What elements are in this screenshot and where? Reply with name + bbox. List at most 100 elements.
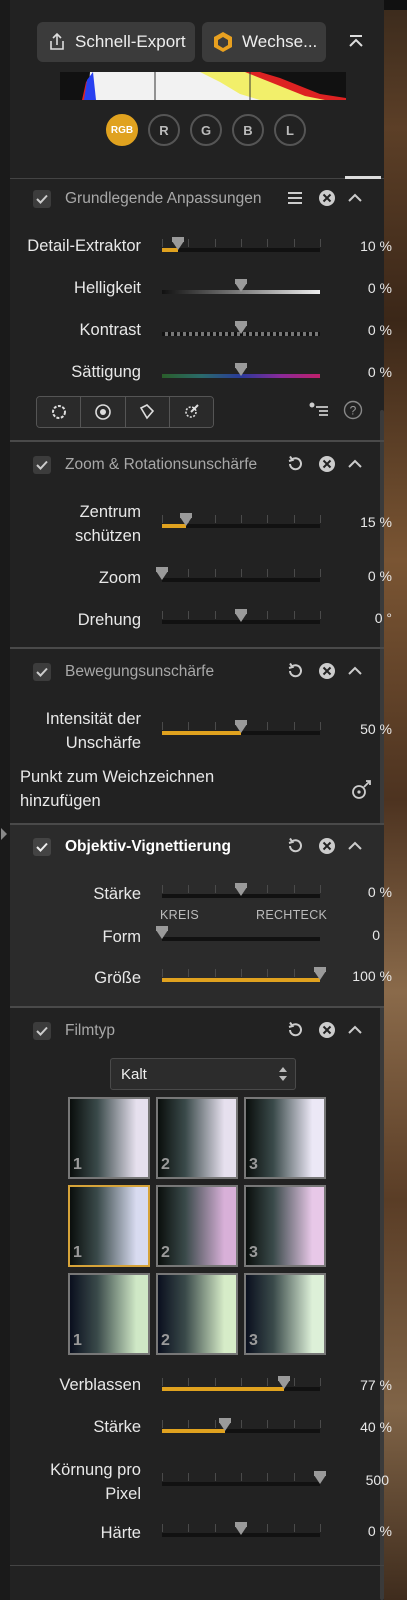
close-section-icon[interactable] [318,1021,336,1039]
film-preset-number: 2 [161,1332,170,1349]
film-preset-tile[interactable]: 2 [156,1097,238,1179]
slider-thumb[interactable] [171,237,184,250]
vignette-strength-slider[interactable] [162,883,320,899]
slider-thumb[interactable] [235,363,247,376]
film-preset-tile[interactable]: 3 [244,1273,326,1355]
film-preset-tile[interactable]: 1 [68,1185,150,1267]
settings-list-icon[interactable] [308,401,330,424]
shape-min-label: KREIS [160,908,200,922]
slider-thumb[interactable] [235,609,247,622]
slider-thumb[interactable] [235,279,247,292]
film-strength-slider[interactable] [162,1418,320,1434]
channel-rgb-button[interactable]: RGB [106,114,138,146]
section-header-motion-blur[interactable]: Bewegungsunschärfe [33,661,214,683]
expand-left-icon[interactable] [1,828,7,840]
grain-per-pixel-slider[interactable] [162,1471,326,1487]
slider-thumb[interactable] [179,513,192,526]
slider-thumb[interactable] [314,1471,326,1484]
add-blur-point-label: Punkt zum Weichzeichnen hinzufügen [20,768,215,810]
slider-thumb[interactable] [235,1522,247,1535]
slider-label: Intensität der Unschärfe [45,710,141,752]
help-icon[interactable]: ? [343,400,363,425]
section-enable-checkbox[interactable] [33,663,51,681]
hardness-slider[interactable] [162,1522,320,1538]
section-header-zoom-blur[interactable]: Zoom & Rotationsunschärfe [33,454,257,476]
divider [10,647,384,649]
contrast-slider[interactable] [162,321,320,337]
reset-icon[interactable] [286,837,304,855]
radial-mask-icon[interactable] [81,397,126,427]
histogram [60,72,346,100]
channel-b-button[interactable]: B [232,114,264,146]
reset-icon[interactable] [286,1021,304,1039]
section-header-basic[interactable]: Grundlegende Anpassungen [33,188,262,210]
slider-thumb[interactable] [235,321,247,334]
slider-ticks [162,569,321,577]
channel-r-button[interactable]: R [148,114,180,146]
slider-thumb[interactable] [235,720,247,733]
film-preset-tile[interactable]: 2 [156,1273,238,1355]
collapse-up-icon[interactable] [346,32,366,57]
chevron-up-icon[interactable] [346,1021,364,1039]
menu-icon[interactable] [286,189,304,207]
slider-value: 77 % [360,1377,392,1393]
section-enable-checkbox[interactable] [33,456,51,474]
protect-center-slider[interactable] [162,513,320,529]
film-preset-number: 1 [73,1244,82,1261]
zoom-slider[interactable] [156,567,320,583]
reset-icon[interactable] [286,455,304,473]
chevron-up-icon[interactable] [346,189,364,207]
slider-thumb[interactable] [219,1418,232,1431]
film-preset-tile[interactable]: 2 [156,1185,238,1267]
divider [10,1006,384,1008]
slider-value: 0 % [367,1523,392,1539]
section-enable-checkbox[interactable] [33,838,51,856]
divider [10,178,384,179]
circle-mask-icon[interactable] [37,397,82,427]
switch-app-label: Wechse... [242,32,318,51]
quick-export-button[interactable]: Schnell-Export [37,22,195,62]
brush-mask-icon[interactable] [169,397,213,427]
chevron-up-icon[interactable] [346,837,364,855]
close-section-icon[interactable] [318,189,336,207]
add-point-icon[interactable] [350,779,374,806]
slider-thumb[interactable] [314,967,326,980]
slider-thumb[interactable] [156,926,168,939]
rotation-slider[interactable] [162,609,320,625]
slider-ticks [162,969,321,977]
slider-thumb[interactable] [235,883,247,896]
slider-thumb[interactable] [156,567,168,580]
fade-slider[interactable] [162,1376,320,1392]
film-preset-tile[interactable]: 3 [244,1097,326,1179]
polygon-mask-icon[interactable] [125,397,170,427]
close-section-icon[interactable] [318,837,336,855]
section-drag-handle[interactable] [345,176,381,179]
brightness-slider[interactable] [162,279,320,295]
reset-icon[interactable] [286,662,304,680]
saturation-slider[interactable] [162,363,320,379]
film-preset-tile[interactable]: 3 [244,1185,326,1267]
channel-l-button[interactable]: L [274,114,306,146]
close-section-icon[interactable] [318,662,336,680]
section-enable-checkbox[interactable] [33,190,51,208]
close-section-icon[interactable] [318,455,336,473]
vignette-shape-slider[interactable] [156,926,320,942]
film-preset-tile[interactable]: 1 [68,1273,150,1355]
slider-label: Härte [100,1524,141,1542]
vignette-size-slider[interactable] [162,967,326,983]
slider-value: 0 % [367,364,392,380]
section-header-film-type[interactable]: Filmtyp [33,1020,115,1042]
chevron-up-icon[interactable] [346,662,364,680]
detail-extractor-slider[interactable] [162,237,320,253]
film-preset-select[interactable]: Kalt [110,1058,296,1090]
chevron-up-icon[interactable] [346,455,364,473]
section-title: Filmtyp [65,1022,115,1039]
film-preset-number: 1 [73,1156,82,1173]
section-header-vignette[interactable]: Objektiv-Vignettierung [33,836,231,858]
section-enable-checkbox[interactable] [33,1022,51,1040]
channel-g-button[interactable]: G [190,114,222,146]
film-preset-tile[interactable]: 1 [68,1097,150,1179]
blur-intensity-slider[interactable] [162,720,320,736]
switch-app-button[interactable]: Wechse... [202,22,326,62]
slider-thumb[interactable] [277,1376,290,1389]
